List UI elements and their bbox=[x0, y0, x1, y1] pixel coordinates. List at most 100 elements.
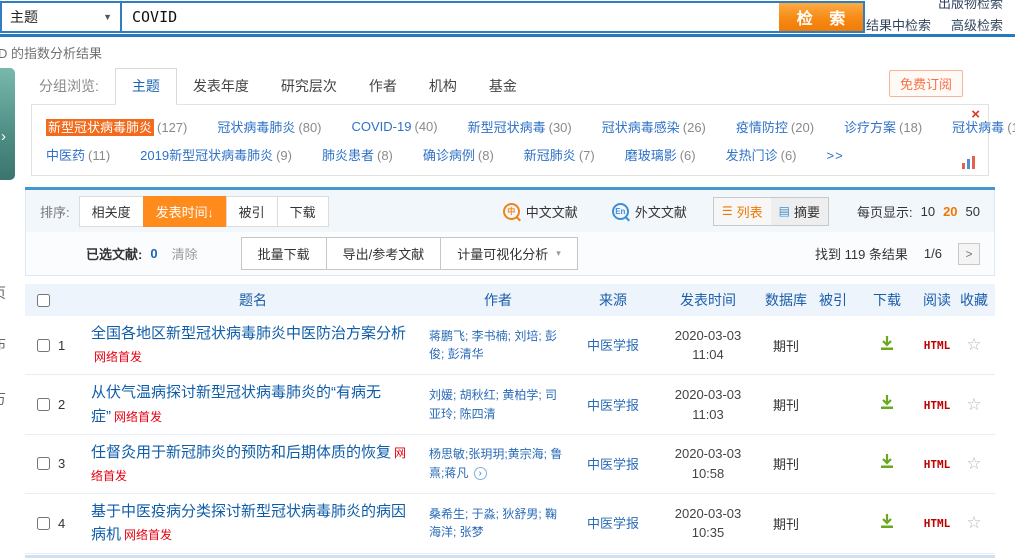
list-view-button[interactable]: ☰ 列表 bbox=[714, 198, 771, 225]
article-authors[interactable]: 杨思敏;张玥玥;黄宗海; 鲁熹;蒋凡 › bbox=[429, 445, 571, 482]
selected-docs-count: 0 bbox=[150, 246, 157, 261]
favorite-star-icon[interactable]: ☆ bbox=[966, 395, 981, 414]
result-count-area: 找到 119 条结果 1/6 > bbox=[815, 243, 980, 265]
favorite-star-icon[interactable]: ☆ bbox=[966, 335, 981, 354]
left-edge-text-fragment: 页 bbox=[0, 283, 9, 303]
topic-tag[interactable]: 疫情防控(20) bbox=[736, 117, 814, 137]
article-authors[interactable]: 桑希生; 于淼; 狄舒男; 鞠海洋; 张梦 bbox=[429, 505, 571, 542]
topic-tag[interactable]: 冠状病毒(12) bbox=[952, 117, 1015, 137]
select-all-checkbox[interactable] bbox=[37, 294, 50, 307]
topic-tag[interactable]: 冠状病毒肺炎(80) bbox=[217, 117, 321, 137]
article-title-link[interactable]: 任督灸用于新冠肺炎的预防和后期体质的恢复 bbox=[91, 444, 391, 461]
read-html-link[interactable]: HTML bbox=[924, 517, 951, 530]
article-authors[interactable]: 刘媛; 胡秋红; 黄柏学; 司亚玲; 陈四清 bbox=[429, 386, 571, 423]
favorite-star-icon[interactable]: ☆ bbox=[966, 454, 981, 473]
source-journal-link[interactable]: 中医学报 bbox=[587, 338, 639, 353]
list-icon: ☰ bbox=[722, 204, 733, 218]
article-title-link[interactable]: 全国各地区新型冠状病毒肺炎中医防治方案分析 bbox=[91, 325, 406, 342]
search-button[interactable]: 检 索 bbox=[779, 3, 863, 31]
next-page-button[interactable]: > bbox=[958, 243, 980, 265]
topic-tag[interactable]: 磨玻璃影(6) bbox=[625, 145, 696, 165]
publish-time: 11:03 bbox=[655, 405, 761, 425]
search-input[interactable] bbox=[122, 3, 779, 31]
tab-research-level[interactable]: 研究层次 bbox=[265, 69, 353, 104]
per-page-20[interactable]: 20 bbox=[943, 204, 957, 219]
index-analysis-subheader: D 的指数分析结果 bbox=[0, 43, 1015, 62]
sort-relevance-button[interactable]: 相关度 bbox=[79, 196, 144, 227]
row-checkbox[interactable] bbox=[37, 457, 50, 470]
tab-publish-year[interactable]: 发表年度 bbox=[177, 69, 265, 104]
result-count-text: 找到 119 条结果 bbox=[815, 244, 908, 263]
left-edge-text-fragment: 布 bbox=[0, 334, 9, 354]
source-journal-link[interactable]: 中医学报 bbox=[587, 457, 639, 472]
topic-tag[interactable]: 2019新型冠状病毒肺炎(9) bbox=[140, 145, 292, 165]
topic-tag[interactable]: 中医药(11) bbox=[46, 145, 110, 165]
read-html-link[interactable]: HTML bbox=[924, 458, 951, 471]
dropdown-icon: ▾ bbox=[556, 248, 561, 259]
more-topics-link[interactable]: >> bbox=[827, 148, 844, 163]
chevron-right-icon[interactable]: › bbox=[1, 128, 6, 145]
table-header-row: 题名 作者 来源 发表时间 数据库 被引 下载 阅读 收藏 bbox=[25, 284, 995, 316]
tab-author[interactable]: 作者 bbox=[353, 69, 413, 104]
free-subscribe-button[interactable]: 免费订阅 bbox=[889, 70, 963, 97]
search-scope-value: 主题 bbox=[10, 7, 38, 27]
row-checkbox[interactable] bbox=[37, 339, 50, 352]
topic-tag[interactable]: 新型冠状病毒肺炎(127) bbox=[46, 117, 187, 137]
sort-cited-button[interactable]: 被引 bbox=[226, 196, 278, 227]
row-checkbox[interactable] bbox=[37, 517, 50, 530]
english-magnifier-icon: En bbox=[612, 203, 629, 220]
trend-chart-icon[interactable] bbox=[962, 155, 980, 169]
abstract-icon: ▤ bbox=[779, 204, 790, 218]
database-type: 期刊 bbox=[761, 514, 811, 533]
publication-search-link[interactable]: 出版物检索 bbox=[938, 0, 1003, 12]
topic-tag[interactable]: 新型冠状病毒(30) bbox=[468, 117, 572, 137]
topic-tag[interactable]: 冠状病毒感染(26) bbox=[602, 117, 706, 137]
download-icon[interactable] bbox=[879, 335, 895, 356]
column-header-source: 来源 bbox=[571, 290, 655, 310]
tab-subject[interactable]: 主题 bbox=[115, 68, 177, 105]
read-html-link[interactable]: HTML bbox=[924, 339, 951, 352]
search-in-results-link[interactable]: 结果中检索 bbox=[866, 15, 931, 34]
per-page-10[interactable]: 10 bbox=[921, 204, 935, 219]
topic-tag[interactable]: COVID-19(40) bbox=[352, 118, 438, 136]
row-checkbox[interactable] bbox=[37, 398, 50, 411]
clear-selection-link[interactable]: 清除 bbox=[172, 244, 198, 263]
results-panel: 分组浏览: 主题 发表年度 研究层次 作者 机构 基金 免费订阅 × 新型冠状病… bbox=[25, 66, 995, 558]
topic-tag[interactable]: 发热门诊(6) bbox=[726, 145, 797, 165]
tab-fund[interactable]: 基金 bbox=[473, 69, 533, 104]
download-icon[interactable] bbox=[879, 453, 895, 474]
per-page-50[interactable]: 50 bbox=[966, 204, 980, 219]
topic-tag[interactable]: 新冠肺炎(7) bbox=[524, 145, 595, 165]
publish-date: 2020-03-03 bbox=[655, 326, 761, 346]
export-references-button[interactable]: 导出/参考文献 bbox=[326, 237, 442, 270]
chinese-docs-filter[interactable]: 中 中文文献 bbox=[503, 202, 578, 221]
search-scope-select[interactable]: 主题 ▼ bbox=[2, 3, 122, 31]
sort-download-button[interactable]: 下载 bbox=[277, 196, 329, 227]
more-authors-icon[interactable]: › bbox=[474, 467, 487, 480]
network-first-publish-tag: 网络首发 bbox=[94, 350, 142, 364]
topic-tag[interactable]: 肺炎患者(8) bbox=[322, 145, 393, 165]
download-icon[interactable] bbox=[879, 394, 895, 415]
source-journal-link[interactable]: 中医学报 bbox=[587, 516, 639, 531]
topic-row-1: 新型冠状病毒肺炎(127) 冠状病毒肺炎(80) COVID-19(40) 新型… bbox=[46, 113, 974, 141]
source-journal-link[interactable]: 中医学报 bbox=[587, 398, 639, 413]
favorite-star-icon[interactable]: ☆ bbox=[966, 513, 981, 532]
sort-publish-time-button[interactable]: 发表时间↓ bbox=[143, 196, 227, 227]
per-page-label: 每页显示: bbox=[857, 202, 913, 221]
article-authors[interactable]: 蒋鹏飞; 李书楠; 刘培; 彭俊; 彭清华 bbox=[429, 327, 571, 364]
download-icon[interactable] bbox=[879, 513, 895, 534]
top-links: 出版物检索 结果中检索 高级检索 bbox=[857, 0, 1007, 34]
abstract-view-button[interactable]: ▤ 摘要 bbox=[771, 198, 828, 225]
topic-tag[interactable]: 诊疗方案(18) bbox=[844, 117, 922, 137]
metrics-visualization-button[interactable]: 计量可视化分析 ▾ bbox=[440, 237, 578, 270]
batch-download-button[interactable]: 批量下载 bbox=[241, 237, 327, 270]
close-icon[interactable]: × bbox=[971, 107, 980, 122]
group-browse-tabs: 分组浏览: 主题 发表年度 研究层次 作者 机构 基金 免费订阅 bbox=[25, 66, 995, 104]
read-html-link[interactable]: HTML bbox=[924, 399, 951, 412]
column-header-title: 题名 bbox=[73, 290, 429, 310]
divider bbox=[25, 555, 995, 558]
advanced-search-link[interactable]: 高级检索 bbox=[951, 15, 1003, 34]
tab-institution[interactable]: 机构 bbox=[413, 69, 473, 104]
topic-tag[interactable]: 确诊病例(8) bbox=[423, 145, 494, 165]
foreign-docs-filter[interactable]: En 外文文献 bbox=[612, 202, 687, 221]
